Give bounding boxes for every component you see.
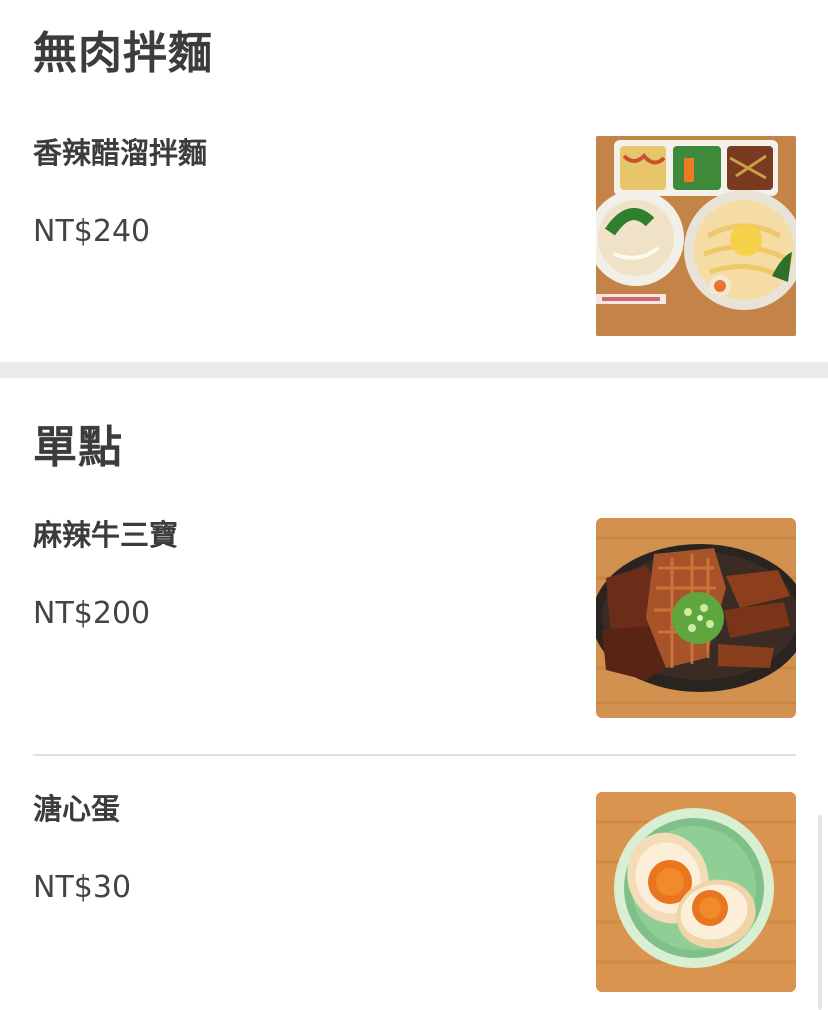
- braised-beef-tripe-photo: [596, 518, 796, 718]
- soft-boiled-egg-photo: [596, 792, 796, 992]
- menu-page: 無肉拌麵 香辣醋溜拌麵 NT$240 單點 麻辣牛三寶 NT$200 溏心蛋 N…: [0, 0, 828, 1010]
- section-title-meatless-noodles: 無肉拌麵: [33, 28, 213, 79]
- item-name: 麻辣牛三寶: [33, 518, 179, 552]
- item-price: NT$30: [33, 870, 132, 905]
- section-divider: [0, 362, 828, 378]
- scrollbar[interactable]: [818, 815, 822, 1010]
- menu-item-spicy-beef-trio[interactable]: 麻辣牛三寶 NT$200: [0, 518, 828, 718]
- noodle-set-photo: [596, 136, 796, 336]
- section-title-single-items: 單點: [33, 422, 123, 473]
- item-name: 香辣醋溜拌麵: [33, 136, 208, 170]
- item-price: NT$200: [33, 596, 151, 631]
- item-divider: [33, 754, 796, 756]
- menu-item-soft-boiled-egg[interactable]: 溏心蛋 NT$30: [0, 792, 828, 992]
- item-price: NT$240: [33, 214, 151, 249]
- item-name: 溏心蛋: [33, 792, 121, 826]
- menu-item-spicy-vinegar-noodles[interactable]: 香辣醋溜拌麵 NT$240: [0, 136, 828, 336]
